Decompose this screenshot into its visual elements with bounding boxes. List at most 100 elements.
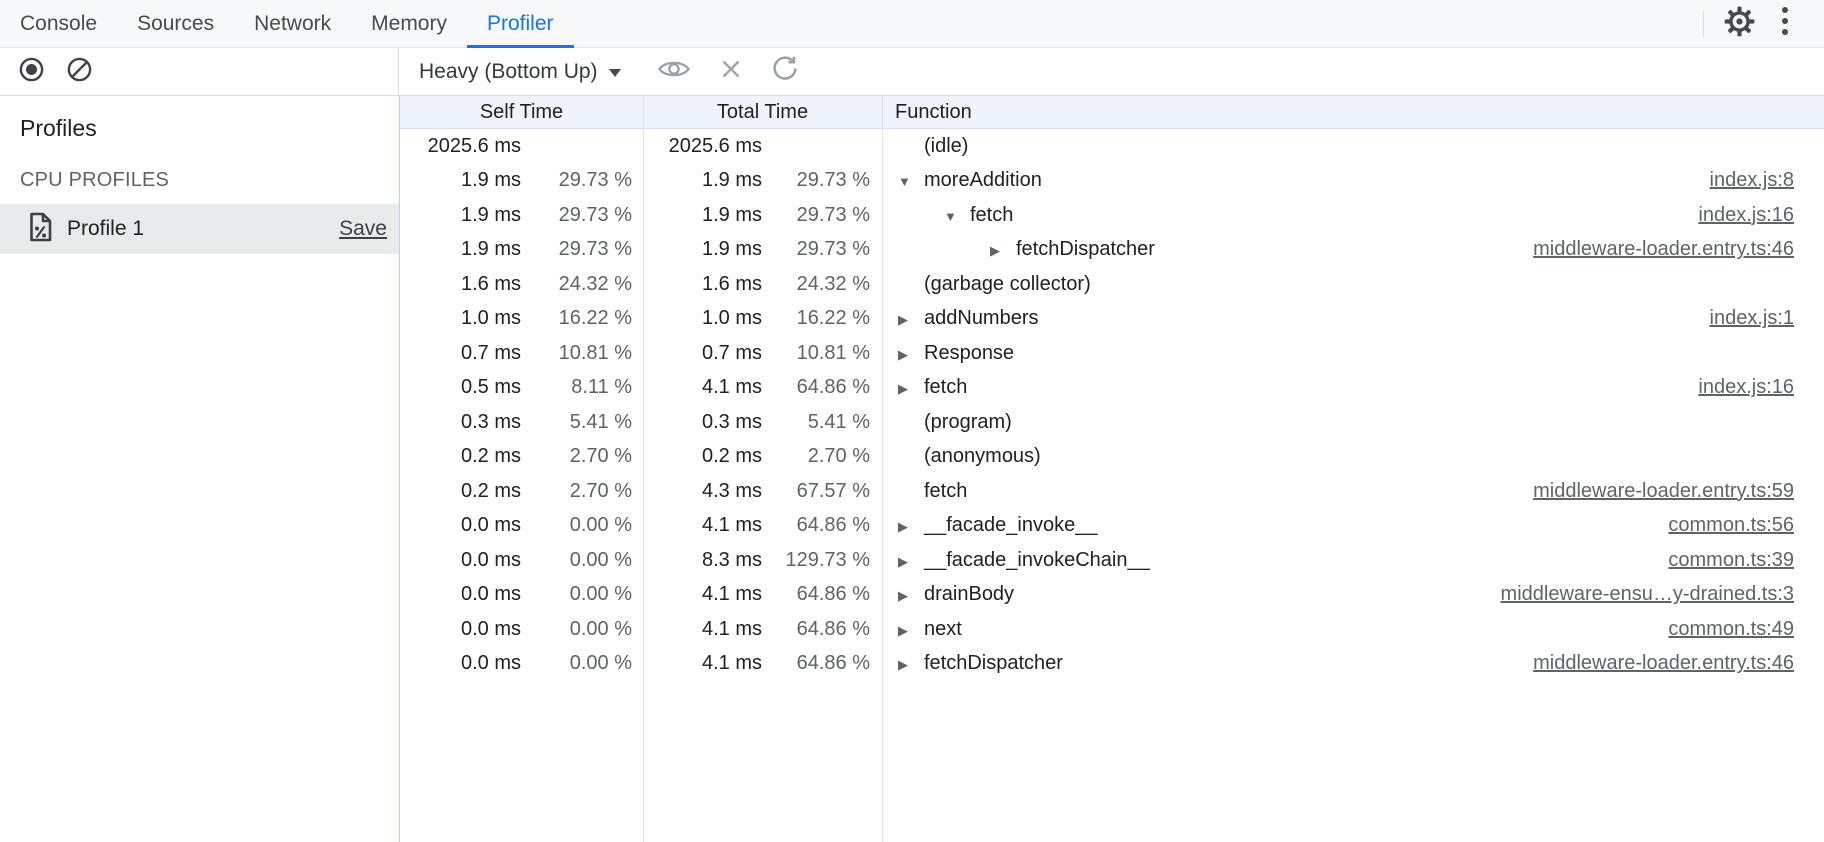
table-row[interactable]: 2025.6 ms 2025.6 ms (idle) [400,129,1824,164]
self-time-ms: 0.0 ms [400,652,521,675]
source-link[interactable]: middleware-loader.entry.ts:46 [1533,652,1824,675]
view-mode-label: Heavy (Bottom Up) [419,60,598,84]
self-time-pct: 5.41 % [521,411,643,434]
total-time-cell: 4.1 ms 64.86 % [643,612,882,647]
tree-arrow-icon[interactable]: ▶ [898,587,924,602]
view-mode-dropdown[interactable]: Heavy (Bottom Up) [419,60,621,84]
table-row[interactable]: 0.0 ms 0.00 % 8.3 ms 129.73 % ▶ __facade… [400,543,1824,578]
tree-arrow-icon[interactable]: ▶ [898,311,924,326]
tree-arrow-icon[interactable]: ▶ [990,242,1016,257]
total-time-cell: 1.0 ms 16.22 % [643,302,882,337]
more-options-button[interactable] [1762,6,1808,42]
record-button[interactable] [16,54,46,90]
kebab-icon [1780,4,1790,43]
panel-tabs: Console Sources Network Memory Profiler [0,0,574,47]
function-name: addNumbers [924,307,1039,330]
settings-button[interactable] [1716,6,1762,42]
tree-arrow-icon[interactable]: ▶ [898,656,924,671]
total-time-ms: 4.1 ms [643,376,762,399]
table-row[interactable]: 0.2 ms 2.70 % 4.3 ms 67.57 % fetch middl… [400,474,1824,509]
table-row[interactable]: 0.0 ms 0.00 % 4.1 ms 64.86 % ▶ __facade_… [400,509,1824,544]
tab-profiler[interactable]: Profiler [467,0,574,47]
focus-function-button[interactable] [657,57,691,86]
profile-name: Profile 1 [67,217,144,241]
total-time-ms: 0.7 ms [643,342,762,365]
tab-memory[interactable]: Memory [351,0,467,47]
column-header-total-time[interactable]: Total Time [643,96,882,128]
total-time-ms: 4.1 ms [643,652,762,675]
self-time-cell: 1.6 ms 24.32 % [400,267,643,302]
self-time-ms: 0.2 ms [400,445,521,468]
profiler-controls [0,48,399,95]
tree-arrow-icon[interactable]: ▶ [898,380,924,395]
tab-console[interactable]: Console [0,0,117,47]
tree-arrow-icon[interactable]: ▶ [898,553,924,568]
source-link[interactable]: middleware-loader.entry.ts:46 [1533,238,1824,261]
source-link[interactable]: common.ts:49 [1668,618,1824,641]
source-link[interactable]: index.js:16 [1698,376,1824,399]
table-row[interactable]: 0.0 ms 0.00 % 4.1 ms 64.86 % ▶ next comm… [400,612,1824,647]
tree-arrow-icon[interactable]: ▼ [944,208,970,223]
total-time-pct: 67.57 % [762,480,882,503]
tree-indent [882,629,898,630]
table-row[interactable]: 0.0 ms 0.00 % 4.1 ms 64.86 % ▶ fetchDisp… [400,647,1824,682]
clear-button[interactable] [64,54,94,90]
table-row[interactable]: 1.9 ms 29.73 % 1.9 ms 29.73 % ▼ fetch in… [400,198,1824,233]
column-header-self-time[interactable]: Self Time [400,96,643,128]
view-toolbar: Heavy (Bottom Up) [399,48,799,95]
source-link[interactable]: index.js:16 [1698,204,1824,227]
save-profile-link[interactable]: Save [339,217,387,241]
self-time-ms: 1.9 ms [400,238,521,261]
table-row[interactable]: 1.0 ms 16.22 % 1.0 ms 16.22 % ▶ addNumbe… [400,302,1824,337]
table-row[interactable]: 0.7 ms 10.81 % 0.7 ms 10.81 % ▶ Response [400,336,1824,371]
cpu-profiles-heading: CPU PROFILES [20,169,399,192]
total-time-ms: 4.1 ms [643,514,762,537]
function-name: fetch [924,480,967,503]
tab-sources[interactable]: Sources [117,0,234,47]
function-name: (anonymous) [924,445,1041,468]
function-cell: ▶ Response [882,336,1824,371]
exclude-function-button[interactable] [719,57,743,86]
self-time-ms: 0.5 ms [400,376,521,399]
function-name: fetch [924,376,967,399]
sidebar-title: Profiles [20,115,399,142]
table-row[interactable]: 0.0 ms 0.00 % 4.1 ms 64.86 % ▶ drainBody… [400,578,1824,613]
source-link[interactable]: common.ts:39 [1668,549,1824,572]
table-row[interactable]: 0.3 ms 5.41 % 0.3 ms 5.41 % (program) [400,405,1824,440]
tree-indent [882,525,898,526]
column-header-function[interactable]: Function [882,96,1824,128]
total-time-ms: 8.3 ms [643,549,762,572]
self-time-cell: 0.0 ms 0.00 % [400,543,643,578]
tree-arrow-icon [898,145,924,147]
self-time-pct: 24.32 % [521,273,643,296]
table-row[interactable]: 1.9 ms 29.73 % 1.9 ms 29.73 % ▼ moreAddi… [400,164,1824,199]
total-time-ms: 4.1 ms [643,618,762,641]
tree-indent [882,215,944,216]
tree-arrow-icon[interactable]: ▶ [898,518,924,533]
total-time-cell: 1.9 ms 29.73 % [643,198,882,233]
total-time-cell: 2025.6 ms [643,129,882,164]
tab-network[interactable]: Network [234,0,351,47]
restore-functions-button[interactable] [771,55,799,88]
self-time-cell: 0.0 ms 0.00 % [400,612,643,647]
function-cell: ▶ __facade_invokeChain__ common.ts:39 [882,543,1824,578]
self-time-ms: 1.6 ms [400,273,521,296]
source-link[interactable]: index.js:1 [1710,307,1824,330]
function-name: moreAddition [924,169,1042,192]
tree-arrow-icon[interactable]: ▶ [898,346,924,361]
tree-arrow-icon[interactable]: ▼ [898,173,924,188]
self-time-pct: 29.73 % [521,169,643,192]
source-link[interactable]: common.ts:56 [1668,514,1824,537]
source-link[interactable]: middleware-loader.entry.ts:59 [1533,480,1824,503]
tree-arrow-icon[interactable]: ▶ [898,622,924,637]
table-row[interactable]: 1.9 ms 29.73 % 1.9 ms 29.73 % ▶ fetchDis… [400,233,1824,268]
self-time-cell: 0.5 ms 8.11 % [400,371,643,406]
total-time-cell: 0.7 ms 10.81 % [643,336,882,371]
source-link[interactable]: middleware-ensu…y-drained.ts:3 [1501,583,1824,606]
source-link[interactable]: index.js:8 [1710,169,1824,192]
self-time-ms: 0.0 ms [400,514,521,537]
table-row[interactable]: 1.6 ms 24.32 % 1.6 ms 24.32 % (garbage c… [400,267,1824,302]
table-row[interactable]: 0.5 ms 8.11 % 4.1 ms 64.86 % ▶ fetch ind… [400,371,1824,406]
table-row[interactable]: 0.2 ms 2.70 % 0.2 ms 2.70 % (anonymous) [400,440,1824,475]
profile-list-item[interactable]: Profile 1 Save [0,204,399,254]
